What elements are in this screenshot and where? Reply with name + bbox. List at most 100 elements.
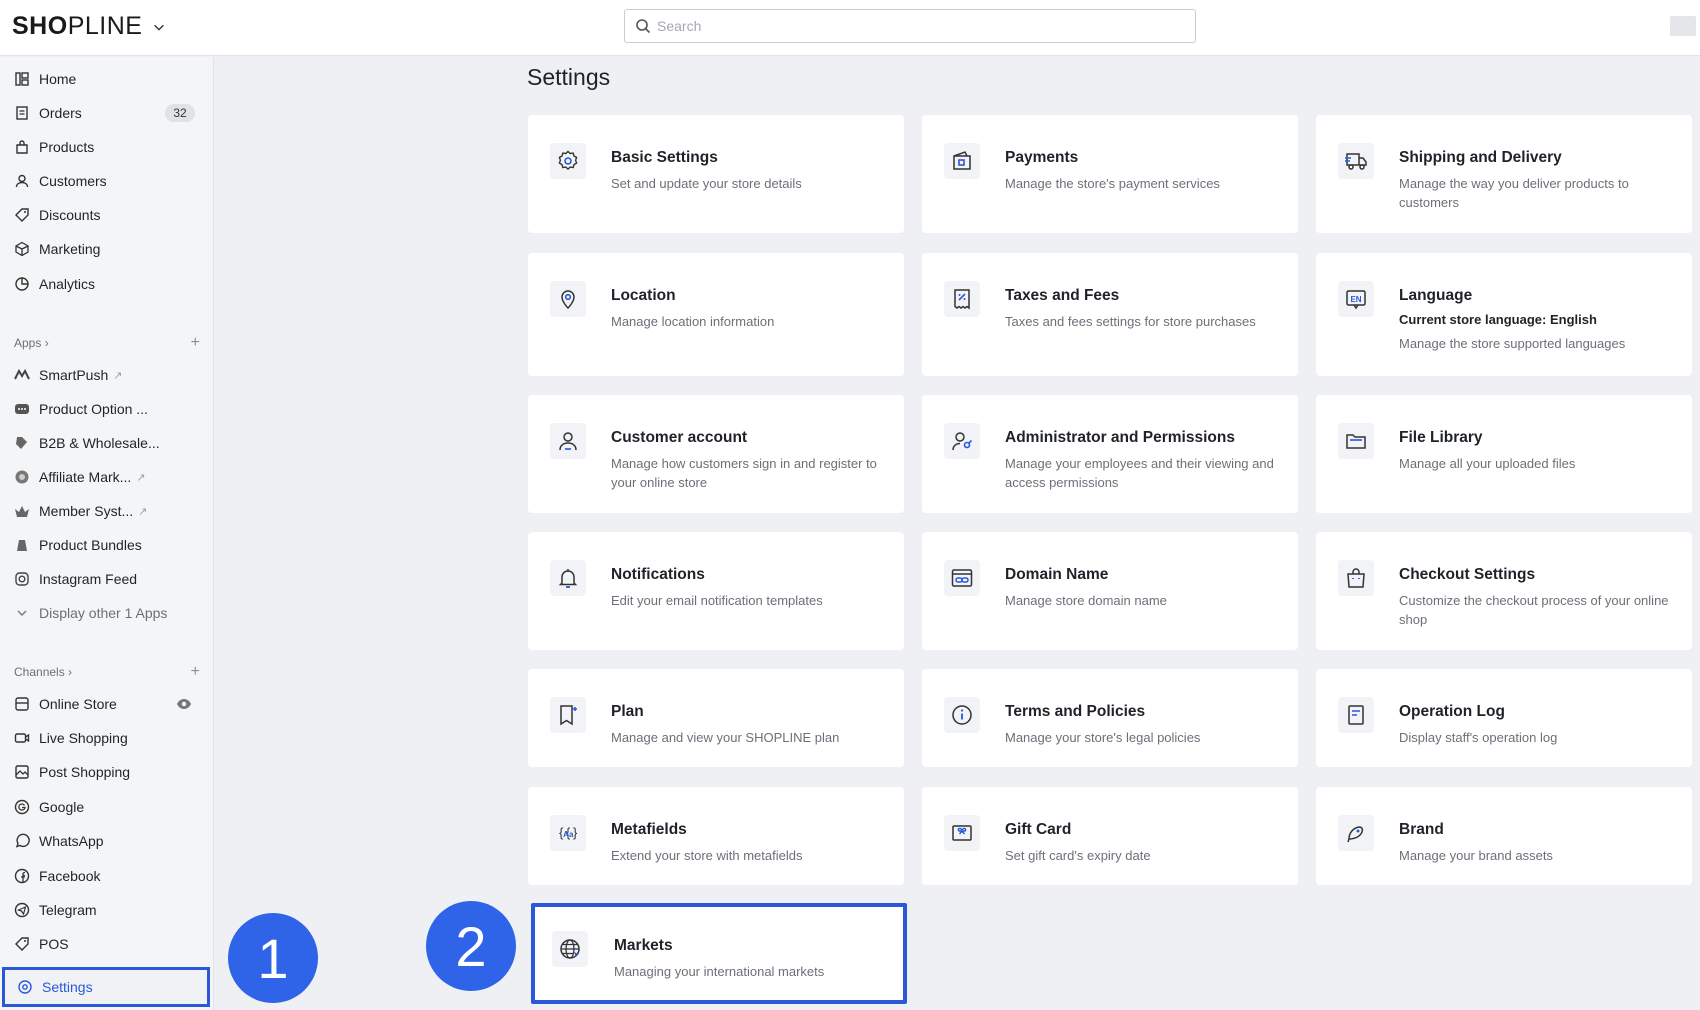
- facebook-icon: [14, 868, 30, 884]
- card-description: Manage how customers sign in and registe…: [611, 456, 877, 490]
- markets-card[interactable]: Markets Managing your international mark…: [531, 903, 907, 1004]
- sidebar-item-label: POS: [39, 936, 69, 952]
- customer-account-card[interactable]: Customer account Manage how customers si…: [528, 395, 904, 513]
- sidebar-item-pos[interactable]: POS: [0, 928, 214, 960]
- current-language: Current store language: English: [1399, 312, 1597, 327]
- avatar[interactable]: [1670, 16, 1696, 36]
- add-app-icon[interactable]: +: [191, 334, 200, 352]
- notifications-card[interactable]: Notifications Edit your email notificati…: [528, 532, 904, 650]
- shipping-delivery-card[interactable]: Shipping and Delivery Manage the way you…: [1316, 115, 1692, 233]
- sidebar-item-settings[interactable]: Settings: [2, 967, 210, 1007]
- sidebar-item-label: Products: [39, 139, 95, 155]
- operation-log-card[interactable]: Operation Log Display staff's operation …: [1316, 669, 1692, 767]
- metafields-card[interactable]: {{} Aa Metafields Extend your store with …: [528, 787, 904, 885]
- user-icon: [550, 423, 586, 459]
- location-card[interactable]: Location Manage location information: [528, 253, 904, 376]
- card-description: Extend your store with metafields: [611, 848, 803, 863]
- card-title: Gift Card: [1005, 821, 1072, 838]
- sidebar-item-marketing[interactable]: Marketing: [0, 233, 214, 265]
- metafields-icon: {{} Aa: [550, 815, 586, 851]
- card-description: Manage the store's payment services: [1005, 176, 1220, 191]
- display-other-apps-label: Display other 1 Apps: [39, 605, 168, 621]
- sidebar-item-bundles[interactable]: Product Bundles: [0, 529, 214, 561]
- terms-policies-card[interactable]: Terms and Policies Manage your store's l…: [922, 669, 1298, 767]
- sidebar-item-facebook[interactable]: Facebook: [0, 860, 214, 892]
- pos-icon: [14, 936, 30, 952]
- sidebar-item-live-shopping[interactable]: Live Shopping: [0, 722, 214, 754]
- sidebar-item-products[interactable]: Products: [0, 131, 214, 163]
- plan-flag-icon: [550, 697, 586, 733]
- payments-card[interactable]: Payments Manage the store's payment serv…: [922, 115, 1298, 233]
- folder-icon: [1338, 423, 1374, 459]
- gift-card-card[interactable]: Gift Card Set gift card's expiry date: [922, 787, 1298, 885]
- marketing-icon: [14, 241, 30, 257]
- basic-settings-card[interactable]: Basic Settings Set and update your store…: [528, 115, 904, 233]
- sidebar-item-label: Instagram Feed: [39, 571, 138, 587]
- card-description: Manage your brand assets: [1399, 848, 1553, 863]
- plan-card[interactable]: Plan Manage and view your SHOPLINE plan: [528, 669, 904, 767]
- eye-icon[interactable]: [176, 697, 192, 711]
- sidebar-item-customers[interactable]: Customers: [0, 165, 214, 197]
- file-library-card[interactable]: File Library Manage all your uploaded fi…: [1316, 395, 1692, 513]
- card-description: Manage your store's legal policies: [1005, 730, 1201, 745]
- sidebar-item-label: Marketing: [39, 241, 101, 257]
- sidebar-item-label: Live Shopping: [39, 730, 128, 746]
- sidebar-item-label: SmartPush: [39, 367, 109, 383]
- brand-card[interactable]: Brand Manage your brand assets: [1316, 787, 1692, 885]
- search-icon: [636, 19, 651, 34]
- sidebar-item-google[interactable]: Google: [0, 791, 214, 823]
- sidebar-item-label: Customers: [39, 173, 107, 189]
- card-description: Set and update your store details: [611, 176, 802, 191]
- add-channel-icon[interactable]: +: [191, 663, 200, 681]
- apps-section-header[interactable]: Apps › +: [14, 333, 200, 353]
- search-box[interactable]: [624, 9, 1196, 43]
- sidebar-item-instagram[interactable]: Instagram Feed: [0, 563, 214, 595]
- card-title: Metafields: [611, 821, 687, 838]
- sidebar-item-smartpush[interactable]: SmartPush ↗: [0, 359, 214, 391]
- sidebar-item-orders[interactable]: Orders 32: [0, 97, 214, 129]
- sidebar-item-online-store[interactable]: Online Store: [0, 688, 214, 720]
- sidebar-item-label: Affiliate Mark...: [39, 469, 132, 485]
- svg-text:EN: EN: [1350, 295, 1361, 304]
- card-title: Taxes and Fees: [1005, 287, 1120, 304]
- orders-count-badge: 32: [165, 104, 195, 122]
- sidebar-item-member[interactable]: Member Syst... ↗: [0, 495, 214, 527]
- card-title: Checkout Settings: [1399, 566, 1536, 583]
- chevron-right-icon: ›: [41, 336, 49, 350]
- location-pin-icon: [550, 281, 586, 317]
- brand-icon: [1338, 815, 1374, 851]
- gift-card-icon: [944, 815, 980, 851]
- home-icon: [14, 71, 30, 87]
- taxes-fees-card[interactable]: Taxes and Fees Taxes and fees settings f…: [922, 253, 1298, 376]
- admin-permissions-card[interactable]: Administrator and Permissions Manage you…: [922, 395, 1298, 513]
- svg-text:Aa: Aa: [563, 830, 574, 839]
- display-other-apps[interactable]: Display other 1 Apps: [0, 597, 214, 629]
- card-title: Language: [1399, 287, 1473, 304]
- sidebar-item-label: B2B & Wholesale...: [39, 435, 160, 451]
- domain-name-card[interactable]: Domain Name Manage store domain name: [922, 532, 1298, 650]
- search-input[interactable]: [657, 18, 1177, 34]
- sidebar-item-discounts[interactable]: Discounts: [0, 199, 214, 231]
- sidebar-item-whatsapp[interactable]: WhatsApp: [0, 825, 214, 857]
- truck-icon: [1338, 143, 1374, 179]
- log-icon: [1338, 697, 1374, 733]
- sidebar-item-label: Online Store: [39, 696, 117, 712]
- sidebar-item-analytics[interactable]: Analytics: [0, 268, 214, 300]
- sidebar-item-home[interactable]: Home: [0, 63, 214, 95]
- language-en-icon: EN: [1338, 281, 1374, 317]
- post-shopping-icon: [14, 764, 30, 780]
- sidebar-item-b2b[interactable]: B2B & Wholesale...: [0, 427, 214, 459]
- card-description: Manage all your uploaded files: [1399, 456, 1576, 471]
- analytics-icon: [14, 276, 30, 292]
- sidebar-item-label: Home: [39, 71, 77, 87]
- sidebar-item-product-option[interactable]: Product Option ...: [0, 393, 214, 425]
- sidebar-item-affiliate[interactable]: Affiliate Mark... ↗: [0, 461, 214, 493]
- sidebar-item-telegram[interactable]: Telegram: [0, 894, 214, 926]
- checkout-settings-card[interactable]: Checkout Settings Customize the checkout…: [1316, 532, 1692, 650]
- channels-section-header[interactable]: Channels › +: [14, 662, 200, 682]
- store-switcher[interactable]: SHOPLINE: [12, 12, 166, 41]
- customers-icon: [14, 173, 30, 189]
- language-card[interactable]: EN Language Current store language: Engl…: [1316, 253, 1692, 376]
- sidebar-item-post-shopping[interactable]: Post Shopping: [0, 756, 214, 788]
- b2b-icon: [14, 435, 30, 451]
